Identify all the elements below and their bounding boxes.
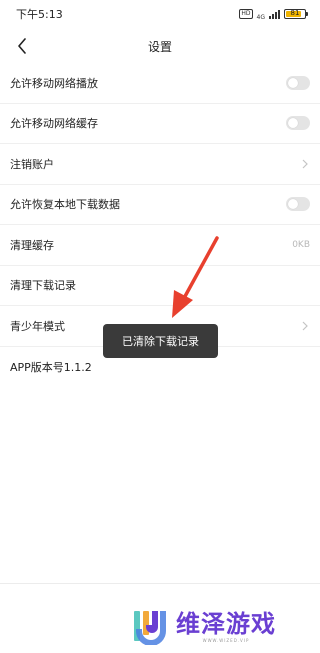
watermark-logo-icon <box>134 611 166 645</box>
toast-message: 已清除下载记录 <box>103 324 218 358</box>
watermark-text: 维泽游戏 WWW.WIZED.VIP <box>176 610 276 643</box>
bottom-divider <box>0 583 320 584</box>
toast-text: 已清除下载记录 <box>122 335 199 348</box>
watermark: 维泽游戏 WWW.WIZED.VIP <box>132 605 312 647</box>
watermark-title: 维泽游戏 <box>176 609 276 638</box>
watermark-subtitle: WWW.WIZED.VIP <box>202 637 250 643</box>
